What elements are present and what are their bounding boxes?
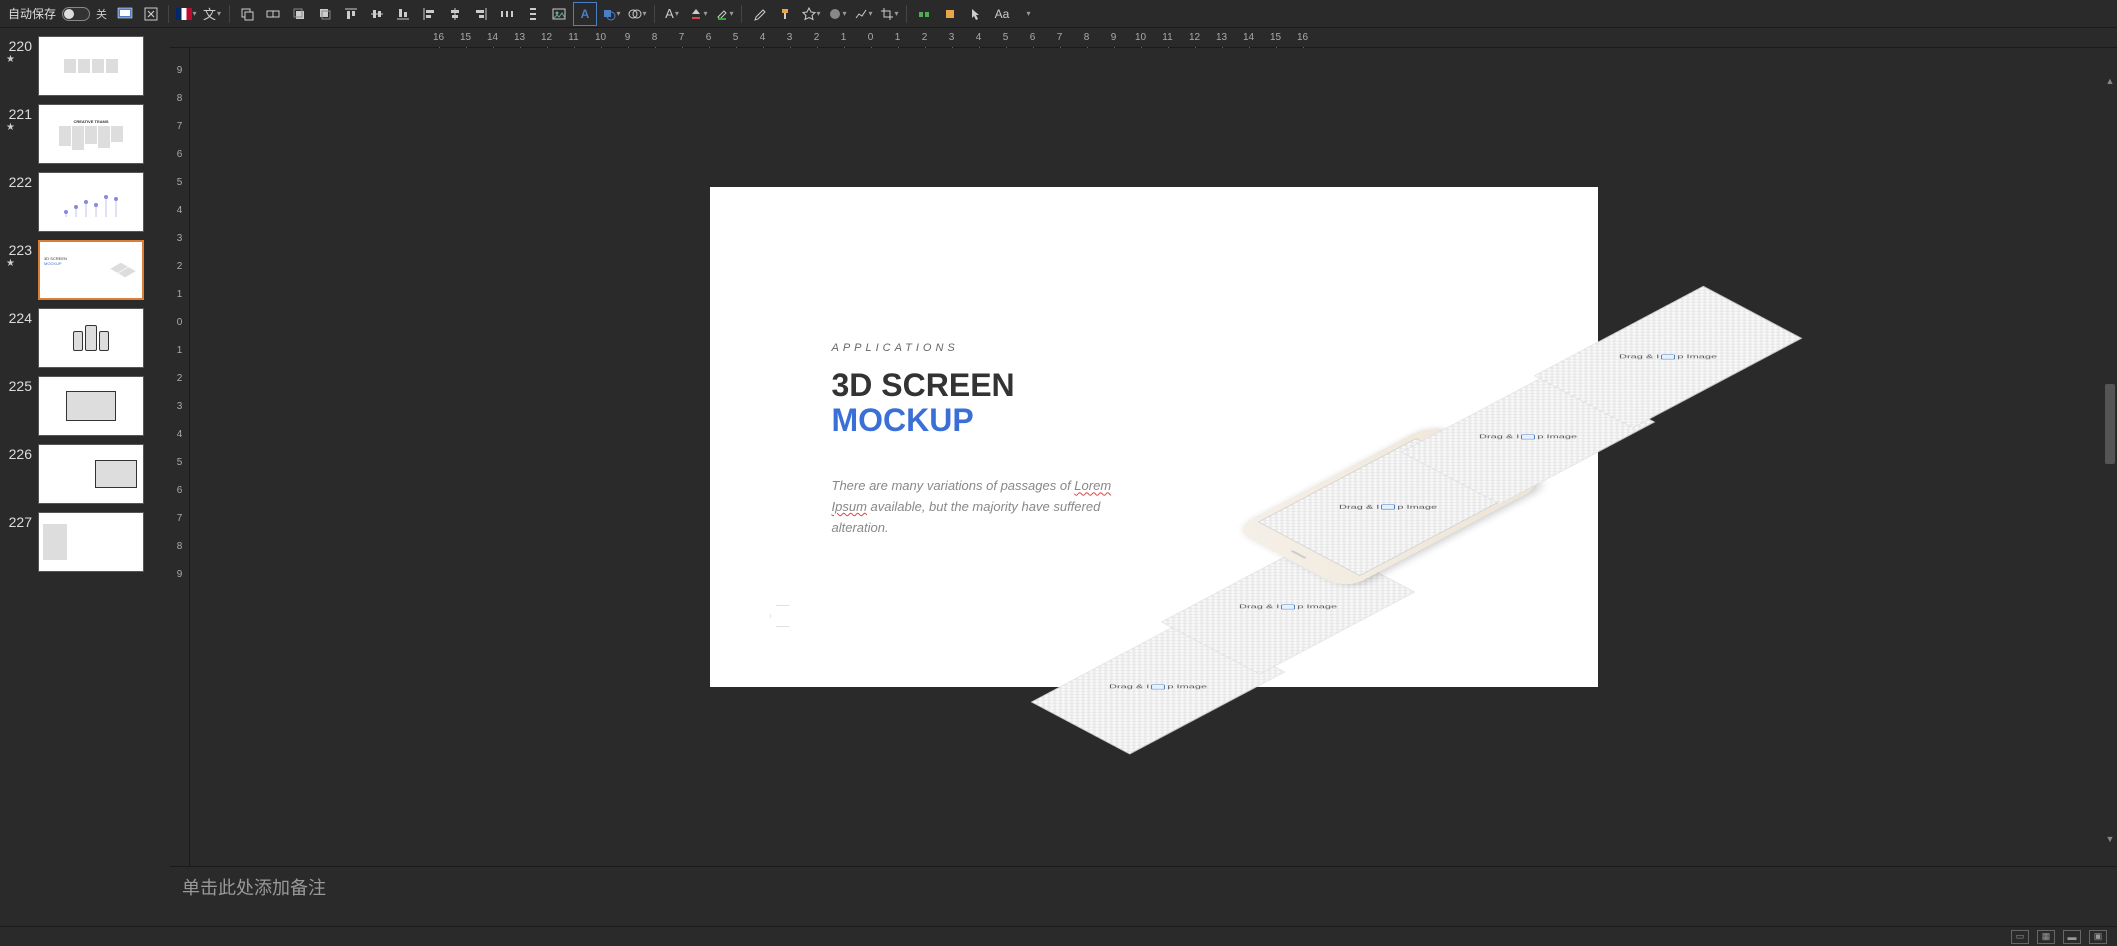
slide-thumb-226[interactable]: 226 [0,440,170,508]
language-flag-dropdown[interactable] [174,2,198,26]
slide-thumb-221[interactable]: 221★ CREATIVE TEAMS [0,100,170,168]
align-middle-h-icon[interactable] [365,2,389,26]
scroll-down-arrow[interactable]: ▼ [2104,834,2116,846]
align-left-icon[interactable] [417,2,441,26]
hexagon-decoration [770,605,796,627]
slide-thumb-227[interactable]: 227 [0,508,170,576]
slide-thumb-223[interactable]: 223★ 3D SCREENMOCKUP [0,236,170,304]
star-icon: ★ [6,54,32,65]
cursor-icon[interactable] [964,2,988,26]
copy-icon[interactable] [235,2,259,26]
slide-thumb-222[interactable]: 222 [0,168,170,236]
slide-thumbnail-panel[interactable]: 220★ 221★ CREATIVE TEAMS 222 223★ 3D SCR… [0,28,170,906]
align-bottom-icon[interactable] [391,2,415,26]
flag-icon [176,8,192,20]
toggle-switch[interactable] [62,7,90,21]
star-icon: ★ [6,122,32,133]
scroll-thumb[interactable] [2105,384,2115,464]
align-center-v-icon[interactable] [443,2,467,26]
vertical-scrollbar[interactable]: ▲ ▼ [2103,76,2117,846]
notes-placeholder[interactable]: 单击此处添加备注 [170,866,2117,906]
distribute-v-icon[interactable] [521,2,545,26]
crop-icon[interactable] [877,2,901,26]
slide-thumb-224[interactable]: 224 [0,304,170,372]
text-format-icon[interactable]: Aa [990,2,1014,26]
editor-area: 1615141312111098765432101234567891011121… [170,28,2117,906]
view-reading-icon[interactable]: ▬ [2063,930,2081,944]
presentation-icon[interactable] [113,2,137,26]
autosave-toggle[interactable]: 自动保存 关 [4,5,111,22]
view-normal-icon[interactable]: ▭ [2011,930,2029,944]
horizontal-ruler[interactable]: 1615141312111098765432101234567891011121… [170,28,2117,48]
chart-icon[interactable] [851,2,875,26]
more-dropdown[interactable] [1016,2,1040,26]
format-painter-icon[interactable] [773,2,797,26]
view-slideshow-icon[interactable]: ▣ [2089,930,2107,944]
merge-shapes-dropdown[interactable] [625,2,649,26]
star-icon: ★ [6,258,32,269]
view-sorter-icon[interactable]: ▦ [2037,930,2055,944]
anchor-orange-icon[interactable] [938,2,962,26]
bring-front-icon[interactable] [287,2,311,26]
canvas-viewport[interactable]: APPLICATIONS 3D SCREEN MOCKUP There are … [190,48,2117,866]
image-icon[interactable] [547,2,571,26]
send-back-icon[interactable] [313,2,337,26]
fill-color-dropdown[interactable] [686,2,710,26]
align-right-icon[interactable] [469,2,493,26]
star-icon[interactable] [799,2,823,26]
slide-thumb-220[interactable]: 220★ [0,32,170,100]
slide-thumb-225[interactable]: 225 [0,372,170,440]
shape-dropdown[interactable] [599,2,623,26]
autosave-label: 自动保存 [8,5,56,22]
eyedropper-icon[interactable] [747,2,771,26]
distribute-h-icon[interactable] [495,2,519,26]
vertical-ruler[interactable]: 9876543210123456789 [170,48,190,866]
outline-color-dropdown[interactable] [712,2,736,26]
textbox-icon[interactable]: A [573,2,597,26]
scroll-up-arrow[interactable]: ▲ [2104,76,2116,88]
font-color-dropdown[interactable]: A [660,2,684,26]
close-x-icon[interactable] [139,2,163,26]
top-toolbar: 自动保存 关 文 A A Aa [0,0,2117,28]
status-bar: ▭ ▦ ▬ ▣ [0,926,2117,946]
slide-canvas[interactable]: APPLICATIONS 3D SCREEN MOCKUP There are … [710,187,1598,687]
mockup-3d-area[interactable]: Drag & Ip Image Drag & Ip Image Drag & I… [968,197,1668,797]
text-lang-dropdown[interactable]: 文 [200,2,224,26]
phone-speaker [1290,550,1306,559]
group-icon[interactable] [261,2,285,26]
effects-icon[interactable] [825,2,849,26]
align-top-icon[interactable] [339,2,363,26]
anchor-green-icon[interactable] [912,2,936,26]
autosave-state: 关 [96,6,107,22]
